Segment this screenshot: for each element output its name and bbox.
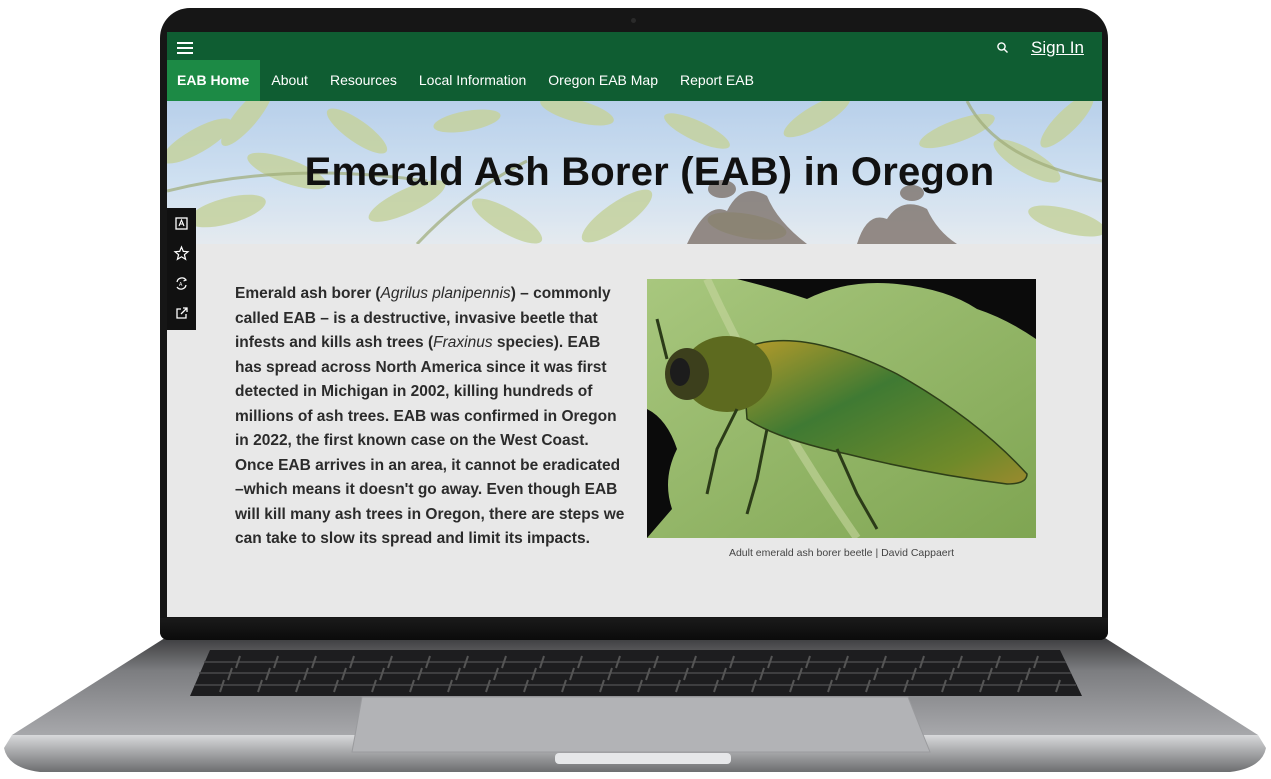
nav-eab-home[interactable]: EAB Home — [167, 60, 261, 101]
sign-in-link[interactable]: Sign In — [1031, 38, 1084, 58]
beetle-image — [647, 279, 1036, 538]
site-header: Sign In EAB Home About Resources Local I… — [167, 32, 1102, 101]
beetle-photo — [647, 279, 1036, 538]
intro-paragraph: Emerald ash borer (Agrilus planipennis) … — [235, 282, 625, 552]
nav-oregon-eab-map[interactable]: Oregon EAB Map — [537, 60, 669, 101]
hero-banner: Emerald Ash Borer (EAB) in Oregon — [167, 101, 1102, 244]
screen: Sign In EAB Home About Resources Local I… — [167, 32, 1102, 617]
svg-text:A: A — [179, 282, 183, 288]
accessibility-icon[interactable]: A — [172, 274, 191, 293]
nav-about[interactable]: About — [260, 60, 319, 101]
scientific-name: Agrilus planipennis — [380, 285, 511, 302]
translate-icon[interactable] — [172, 214, 191, 233]
main-nav: EAB Home About Resources Local Informati… — [167, 60, 765, 101]
intro-text-3: species). EAB has spread across North Am… — [235, 334, 625, 547]
photo-caption: Adult emerald ash borer beetle | David C… — [728, 547, 955, 559]
side-toolbar: A — [167, 208, 196, 330]
star-icon[interactable] — [172, 244, 191, 263]
share-icon[interactable] — [172, 304, 191, 323]
camera — [631, 18, 636, 23]
genus-name: Fraxinus — [433, 334, 493, 351]
search-icon[interactable] — [996, 41, 1010, 55]
intro-text-1: Emerald ash borer ( — [235, 285, 381, 302]
hamburger-menu-icon[interactable] — [177, 39, 193, 55]
nav-report-eab[interactable]: Report EAB — [669, 60, 765, 101]
page-title: Emerald Ash Borer (EAB) in Oregon — [304, 150, 995, 194]
nav-resources[interactable]: Resources — [319, 60, 408, 101]
nav-local-information[interactable]: Local Information — [408, 60, 537, 101]
